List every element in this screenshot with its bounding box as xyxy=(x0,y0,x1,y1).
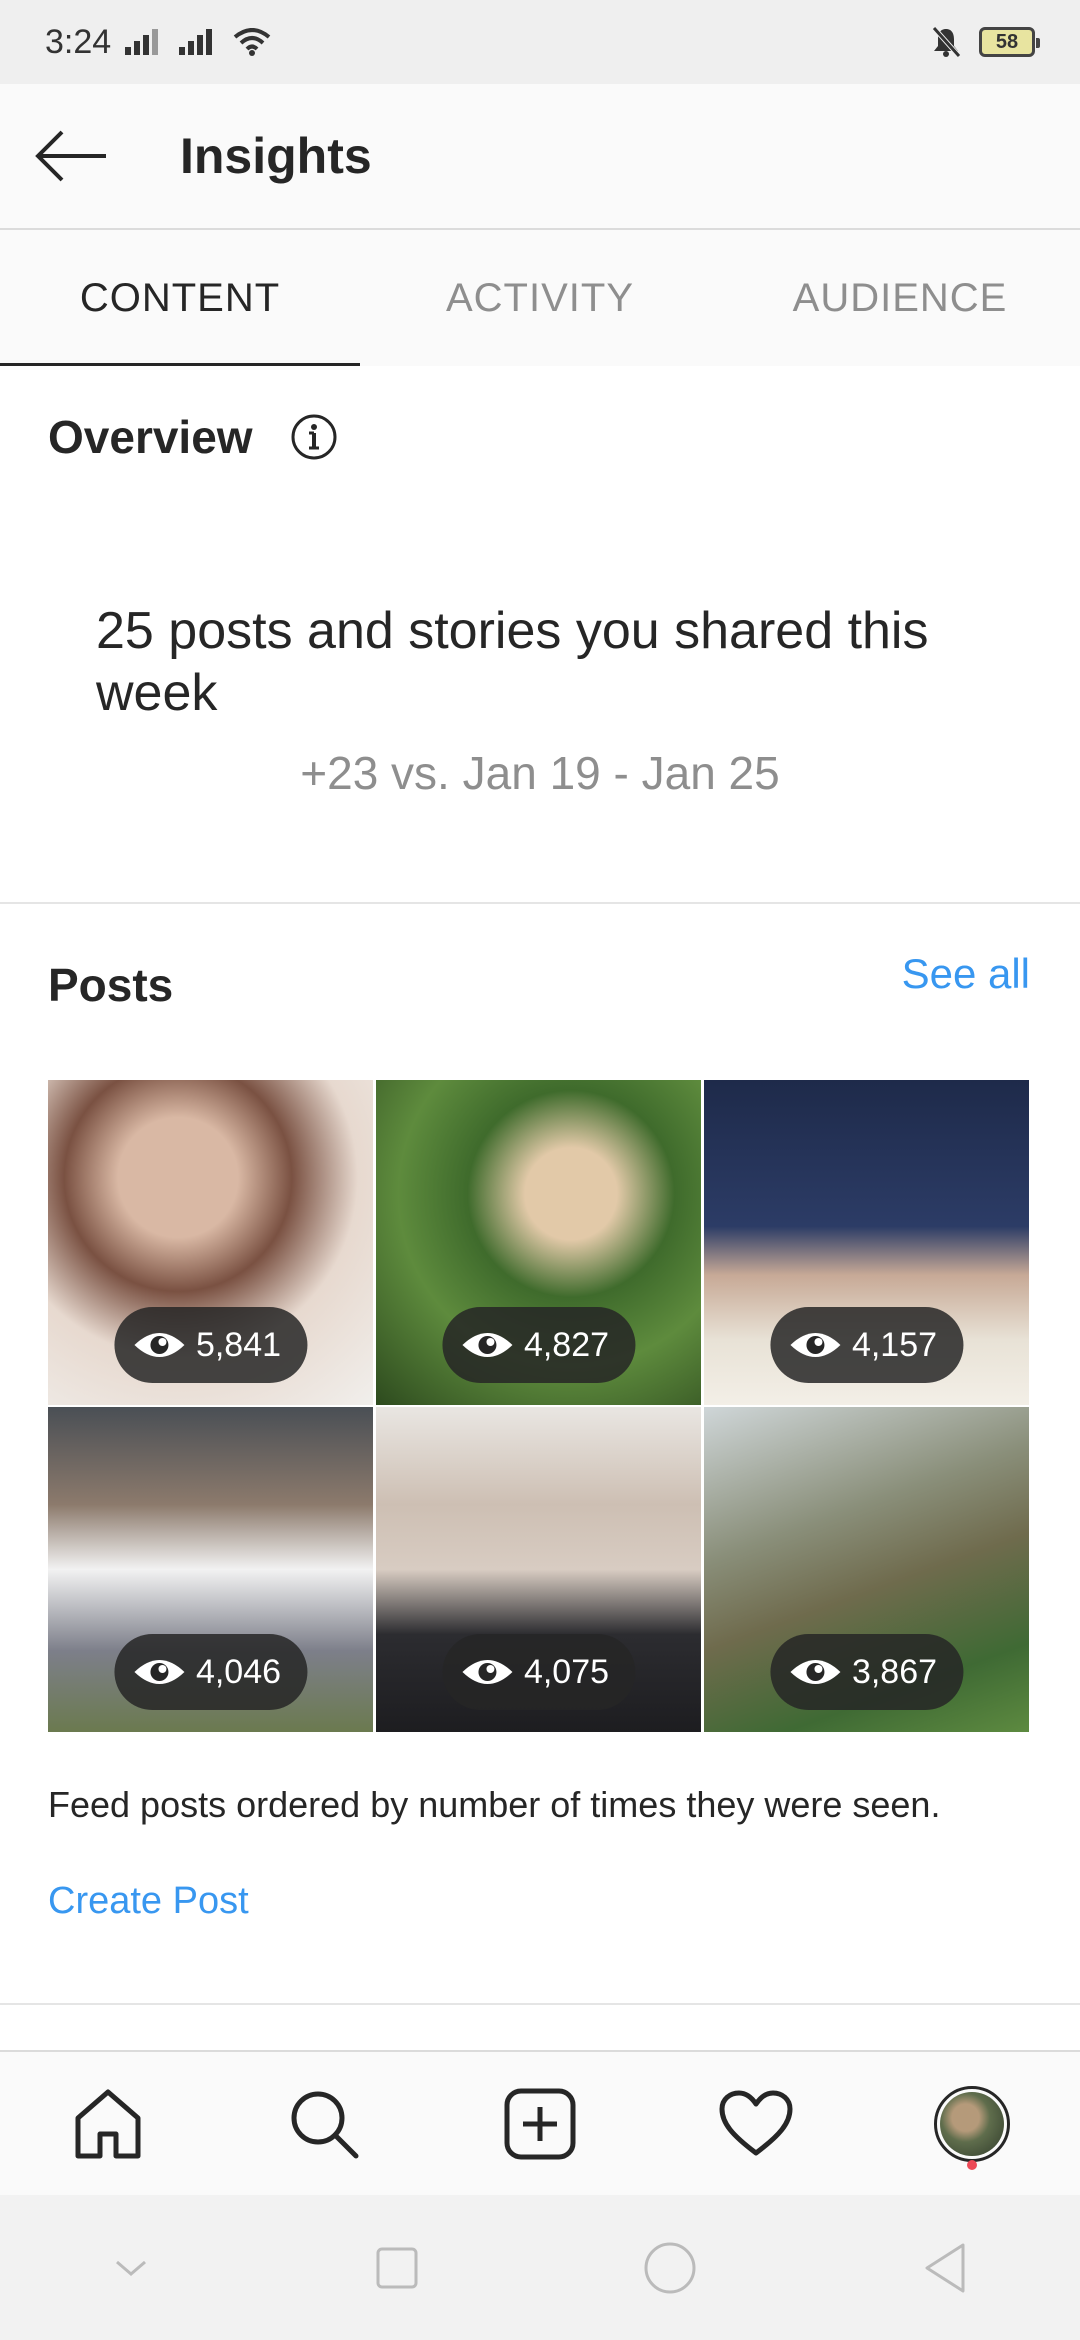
post-thumbnail[interactable]: 4,157 xyxy=(704,1080,1029,1405)
post-thumbnail[interactable]: 4,046 xyxy=(48,1407,373,1732)
post-thumbnail[interactable]: 5,841 xyxy=(48,1080,373,1405)
tab-audience[interactable]: AUDIENCE xyxy=(720,230,1080,366)
view-count-pill: 5,841 xyxy=(113,1307,308,1383)
app-header: Insights xyxy=(0,84,1080,230)
back-arrow-icon xyxy=(35,130,106,182)
nav-search[interactable] xyxy=(264,2064,384,2184)
post-thumbnail[interactable]: 4,827 xyxy=(376,1080,701,1405)
view-count: 4,827 xyxy=(523,1325,610,1364)
insights-tabs: CONTENT ACTIVITY AUDIENCE xyxy=(0,230,1080,366)
overview-title: Overview xyxy=(48,411,253,463)
recent-apps-icon[interactable] xyxy=(374,2245,420,2291)
profile-avatar xyxy=(934,2085,1010,2162)
tab-content[interactable]: CONTENT xyxy=(0,230,360,366)
eye-icon xyxy=(461,1660,512,1684)
back-button[interactable] xyxy=(0,83,142,229)
view-count: 3,867 xyxy=(851,1652,938,1691)
bottom-navigation xyxy=(0,2050,1080,2195)
status-right: 58 xyxy=(931,26,1040,58)
view-count-pill: 4,157 xyxy=(769,1307,964,1383)
home-button-icon[interactable] xyxy=(642,2240,698,2296)
posts-title: Posts xyxy=(48,959,174,1011)
page-title: Insights xyxy=(180,128,372,184)
search-icon xyxy=(291,2091,359,2158)
tab-activity[interactable]: ACTIVITY xyxy=(360,230,720,366)
info-icon[interactable] xyxy=(289,412,339,462)
status-time: 3:24 xyxy=(45,22,112,61)
eye-icon xyxy=(133,1660,184,1684)
view-count-pill: 3,867 xyxy=(769,1634,964,1710)
section-divider xyxy=(0,902,1080,904)
view-count: 4,075 xyxy=(523,1652,610,1691)
view-count-pill: 4,827 xyxy=(441,1307,636,1383)
view-count: 4,046 xyxy=(195,1652,282,1691)
back-triangle-icon[interactable] xyxy=(921,2241,969,2295)
nav-profile[interactable] xyxy=(912,2064,1032,2184)
signal-icon xyxy=(125,29,159,55)
nav-new-post[interactable] xyxy=(480,2064,600,2184)
activity-heart-icon xyxy=(719,2090,793,2155)
see-all-link[interactable]: See all xyxy=(902,950,1030,998)
view-count-pill: 4,046 xyxy=(113,1634,308,1710)
signal-icon-2 xyxy=(179,29,213,55)
section-divider xyxy=(0,2003,1080,2005)
chevron-down-icon[interactable] xyxy=(111,2256,151,2280)
post-thumbnail[interactable]: 4,075 xyxy=(376,1407,701,1732)
eye-icon xyxy=(789,1333,840,1357)
create-post-link[interactable]: Create Post xyxy=(48,1880,249,1923)
view-count-pill: 4,075 xyxy=(441,1634,636,1710)
view-count: 5,841 xyxy=(195,1325,282,1364)
bell-muted-icon xyxy=(932,26,961,58)
eye-icon xyxy=(789,1660,840,1684)
wifi-icon xyxy=(233,28,271,56)
notification-dot xyxy=(967,2159,977,2170)
status-bar: 3:24 58 xyxy=(0,0,1080,84)
nav-home[interactable] xyxy=(48,2064,168,2184)
overview-headline: 25 posts and stories you shared this wee… xyxy=(96,602,929,722)
posts-grid: 5,841 4,827 4,157 4,046 4,075 3,867 xyxy=(48,1080,1030,1732)
new-post-icon xyxy=(504,2088,576,2159)
view-count: 4,157 xyxy=(851,1325,938,1364)
post-thumbnail[interactable]: 3,867 xyxy=(704,1407,1029,1732)
eye-icon xyxy=(133,1333,184,1357)
nav-activity[interactable] xyxy=(696,2064,816,2184)
status-left: 3:24 xyxy=(45,23,271,62)
battery-level: 58 xyxy=(995,30,1019,53)
posts-caption: Feed posts ordered by number of times th… xyxy=(48,1784,941,1825)
eye-icon xyxy=(461,1333,512,1357)
home-icon xyxy=(75,2089,141,2158)
battery-icon: 58 xyxy=(979,27,1040,57)
overview-header: Overview xyxy=(48,410,339,464)
overview-comparison: +23 vs. Jan 19 - Jan 25 xyxy=(300,747,780,799)
system-navigation-bar xyxy=(0,2195,1080,2340)
